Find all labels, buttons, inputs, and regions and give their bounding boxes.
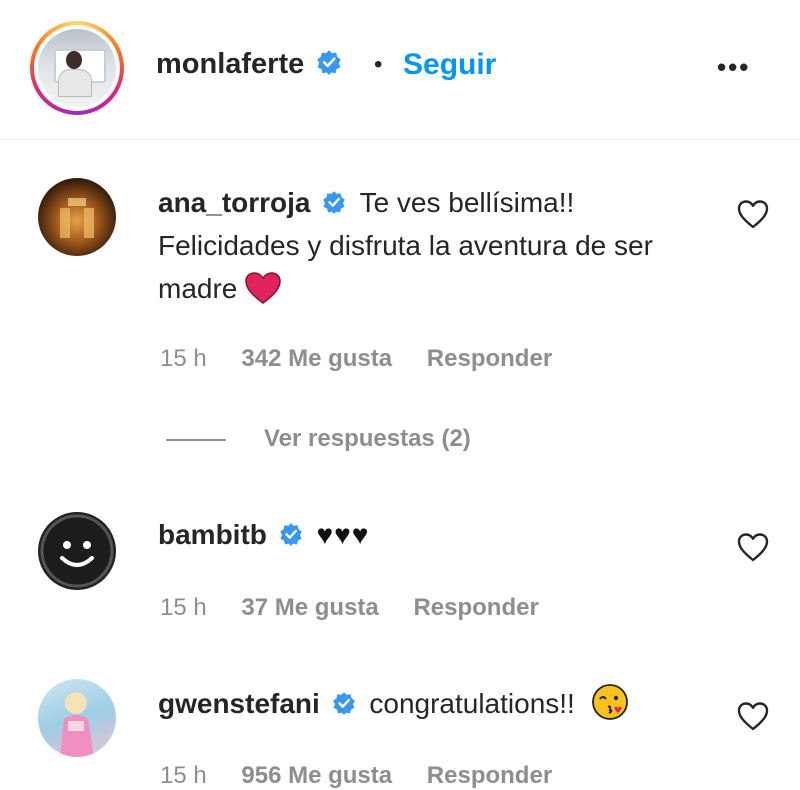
comment-body: gwenstefani congratulations!! [158,682,718,725]
avatar-art [60,198,94,238]
comment-text: congratulations!! [369,688,575,719]
comment-avatar[interactable] [38,178,116,256]
comment-username[interactable]: ana_torroja [158,187,311,218]
verified-badge-icon [279,522,302,546]
post-header: monlaferte • Seguir ••• [0,0,800,140]
heart-outline-icon[interactable] [737,199,769,229]
reply-button[interactable]: Responder [427,345,552,372]
verified-badge-icon [323,190,346,214]
reply-button[interactable]: Responder [413,594,538,621]
separator-dot: • [374,51,383,78]
follow-button[interactable]: Seguir [403,48,496,82]
owner-photo [38,29,116,107]
more-options-icon[interactable]: ••• [717,52,750,83]
owner-username[interactable]: monlaferte [156,48,304,80]
smiley-face-icon [40,514,114,588]
red-heart-emoji [245,272,281,304]
heart-outline-icon[interactable] [737,701,769,731]
comment-avatar[interactable] [38,512,116,590]
comment-avatar[interactable] [38,679,116,757]
comment-text: ♥♥♥ [316,519,370,550]
comment-meta: 15 h 956 Me gusta Responder [160,762,580,790]
comment-username[interactable]: gwenstefani [158,688,320,719]
view-replies-label: Ver respuestas (2) [264,425,471,452]
reply-button[interactable]: Responder [427,762,552,789]
comment-time[interactable]: 15 h [160,594,207,621]
comment-likes[interactable]: 37 Me gusta [241,594,378,621]
comment-username[interactable]: bambitb [158,519,267,550]
heart-outline-icon[interactable] [737,532,769,562]
comment-time[interactable]: 15 h [160,345,207,372]
verified-badge-icon [332,691,355,715]
comment-meta: 15 h 37 Me gusta Responder [160,594,567,622]
winking-kiss-emoji [591,684,628,720]
avatar-art [60,692,94,757]
view-replies-button[interactable]: Ver respuestas (2) [166,425,471,453]
comment-likes[interactable]: 342 Me gusta [241,345,392,372]
comment-body: ana_torroja Te ves bellísima!! Felicidad… [158,181,718,310]
replies-divider-line [166,438,226,441]
owner-avatar[interactable] [30,21,124,115]
comment-body: bambitb ♥♥♥ [158,513,718,556]
comment-meta: 15 h 342 Me gusta Responder [160,345,580,373]
verified-badge-icon [317,50,342,76]
photo-person-head [66,51,82,69]
owner-username-row: monlaferte [156,48,342,81]
comment-likes[interactable]: 956 Me gusta [241,762,392,789]
comment-time[interactable]: 15 h [160,762,207,789]
photo-person-body [58,69,92,97]
